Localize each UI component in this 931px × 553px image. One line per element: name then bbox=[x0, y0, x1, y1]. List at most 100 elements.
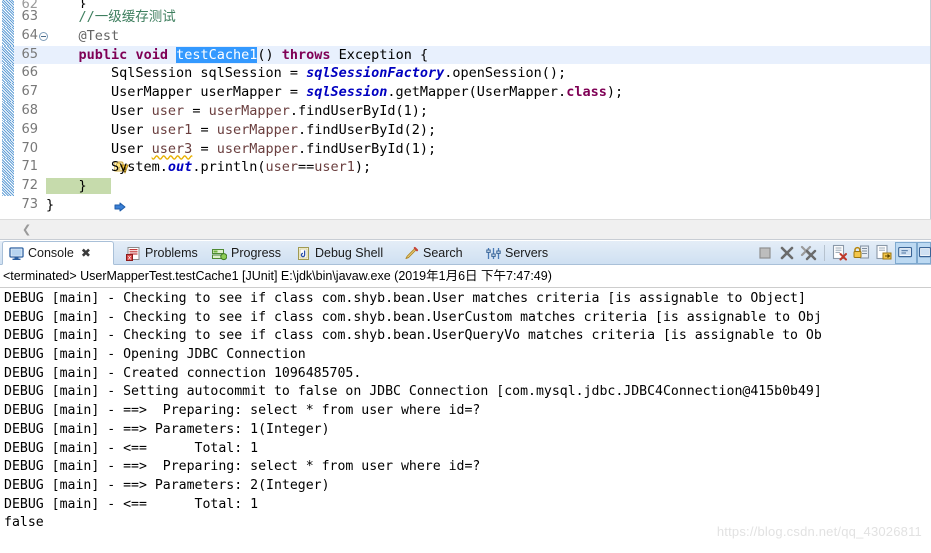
code-text: //一级缓存测试 bbox=[46, 9, 176, 25]
code-line-62[interactable]: 62 } bbox=[0, 0, 930, 8]
servers-icon bbox=[486, 246, 501, 261]
tab-label: Servers bbox=[505, 246, 549, 260]
log-line: DEBUG [main] - ==> Parameters: 2(Integer… bbox=[4, 477, 330, 493]
progress-icon bbox=[212, 246, 228, 261]
code-text: @Test bbox=[46, 27, 120, 44]
eclipse-window: 62 } 63 //一级缓存测试 64 @Test 65 public void… bbox=[0, 0, 931, 553]
line-number: 62 bbox=[21, 0, 38, 8]
tab-debug-shell[interactable]: Debug Shell bbox=[290, 241, 398, 265]
code-line-69[interactable]: 69 User user1 = userMapper.findUserById(… bbox=[0, 120, 930, 140]
java-editor[interactable]: 62 } 63 //一级缓存测试 64 @Test 65 public void… bbox=[0, 0, 931, 240]
tab-label: Console bbox=[28, 246, 74, 260]
code-line-72[interactable]: 72 } bbox=[0, 177, 930, 212]
line-gutter: 63 bbox=[0, 8, 46, 27]
tab-problems[interactable]: x Problems bbox=[120, 241, 204, 265]
log-line: DEBUG [main] - Checking to see if class … bbox=[4, 309, 822, 325]
console-toolbar bbox=[754, 241, 931, 265]
remove-all-terminated-button[interactable] bbox=[798, 242, 820, 264]
log-line: DEBUG [main] - ==> Preparing: select * f… bbox=[4, 459, 481, 475]
tab-label: Debug Shell bbox=[315, 246, 384, 260]
toolbar-separator bbox=[824, 245, 825, 261]
change-bar bbox=[2, 64, 14, 84]
code-line-71[interactable]: 71 System.out.println(user==user1); bbox=[0, 158, 930, 178]
pin-console-button[interactable] bbox=[873, 242, 895, 264]
line-gutter: 64 bbox=[0, 26, 48, 46]
code-line-63[interactable]: 63 //一级缓存测试 bbox=[0, 8, 930, 27]
change-bar bbox=[2, 101, 14, 121]
code-line-64[interactable]: 64 @Test bbox=[0, 26, 930, 46]
svg-text:x: x bbox=[128, 254, 132, 261]
change-bar bbox=[2, 83, 14, 102]
line-gutter: 62 bbox=[0, 0, 46, 8]
remove-launch-button[interactable] bbox=[776, 242, 798, 264]
line-gutter: 65 bbox=[0, 45, 46, 65]
search-icon bbox=[404, 246, 419, 261]
change-bar bbox=[2, 8, 14, 27]
code-text: User user1 = userMapper.findUserById(2); bbox=[46, 121, 437, 138]
line-number: 72 bbox=[21, 178, 38, 194]
editor-text-area[interactable]: 62 } 63 //一级缓存测试 64 @Test 65 public void… bbox=[0, 0, 930, 219]
console-output[interactable]: DEBUG [main] - Checking to see if class … bbox=[0, 288, 931, 553]
debug-shell-icon bbox=[296, 246, 311, 261]
log-line: DEBUG [main] - Checking to see if class … bbox=[4, 291, 806, 306]
scroll-lock-button[interactable] bbox=[851, 242, 873, 264]
log-line: DEBUG [main] - Checking to see if class … bbox=[4, 328, 822, 344]
tab-label: Progress bbox=[231, 246, 282, 260]
editor-horizontal-scrollbar[interactable]: ❮ bbox=[0, 219, 931, 239]
tab-servers[interactable]: Servers bbox=[480, 241, 566, 265]
line-number: 65 bbox=[21, 46, 38, 62]
line-gutter: 73 bbox=[0, 196, 46, 215]
change-bar bbox=[2, 26, 14, 46]
code-text: System.out.println(user==user1); bbox=[46, 159, 372, 176]
line-gutter: 72 bbox=[0, 177, 126, 212]
clear-console-button[interactable] bbox=[829, 242, 851, 264]
line-gutter: 70 bbox=[0, 139, 129, 174]
line-gutter: 69 bbox=[0, 120, 46, 140]
log-line: DEBUG [main] - <== Total: 1 bbox=[4, 440, 259, 456]
problems-icon: x bbox=[126, 246, 141, 261]
current-instruction-pointer-icon[interactable] bbox=[0, 181, 126, 212]
line-number: 67 bbox=[21, 84, 38, 100]
console-view: Console ✖ x Problems Progress Debug Shel… bbox=[0, 241, 931, 553]
log-line: DEBUG [main] - Opening JDBC Connection bbox=[4, 347, 306, 363]
open-console-button[interactable] bbox=[917, 242, 931, 264]
code-line-73[interactable]: 73 } bbox=[0, 196, 930, 215]
tab-progress[interactable]: Progress bbox=[206, 241, 288, 265]
code-line-70[interactable]: 70 User user3 = userMapper.findUserById(… bbox=[0, 139, 930, 174]
log-line: DEBUG [main] - ==> Preparing: select * f… bbox=[4, 403, 481, 419]
code-text: SqlSession sqlSession = sqlSessionFactor… bbox=[46, 65, 567, 82]
line-number: 71 bbox=[21, 159, 38, 175]
line-gutter: 66 bbox=[0, 64, 46, 84]
log-line: DEBUG [main] - Setting autocommit to fal… bbox=[4, 384, 822, 400]
display-selected-console-button[interactable] bbox=[895, 242, 917, 264]
process-description: <terminated> UserMapperTest.testCache1 [… bbox=[0, 265, 931, 288]
code-text: } bbox=[46, 178, 112, 195]
view-tab-bar: Console ✖ x Problems Progress Debug Shel… bbox=[0, 241, 931, 265]
change-bar bbox=[2, 158, 14, 178]
code-text: } bbox=[46, 0, 87, 8]
change-bar bbox=[2, 45, 14, 65]
line-number: 64 bbox=[21, 27, 38, 43]
code-line-67[interactable]: 67 UserMapper userMapper = sqlSession.ge… bbox=[0, 83, 930, 102]
scroll-left-icon[interactable]: ❮ bbox=[22, 224, 31, 235]
close-icon[interactable]: ✖ bbox=[81, 246, 91, 260]
tab-console[interactable]: Console ✖ bbox=[2, 241, 114, 265]
watermark: https://blog.csdn.net/qq_43026811 bbox=[716, 524, 922, 539]
code-text: } bbox=[46, 196, 55, 213]
change-bar bbox=[2, 120, 14, 140]
terminate-button[interactable] bbox=[754, 242, 776, 264]
code-line-65[interactable]: 65 public void testCache1() throws Excep… bbox=[0, 45, 930, 65]
line-number: 68 bbox=[21, 102, 38, 118]
code-line-66[interactable]: 66 SqlSession sqlSession = sqlSessionFac… bbox=[0, 64, 930, 84]
code-text: UserMapper userMapper = sqlSession.getMa… bbox=[46, 84, 624, 101]
code-rows: 62 } 63 //一级缓存测试 64 @Test 65 public void… bbox=[0, 0, 930, 215]
line-number: 70 bbox=[21, 140, 38, 156]
line-gutter: 71 bbox=[0, 158, 46, 178]
console-icon bbox=[9, 246, 24, 261]
selected-token[interactable]: testCache1 bbox=[176, 46, 258, 63]
line-number: 63 bbox=[21, 9, 38, 24]
line-number: 69 bbox=[21, 121, 38, 137]
tab-search[interactable]: Search bbox=[398, 241, 480, 265]
code-line-68[interactable]: 68 User user = userMapper.findUserById(1… bbox=[0, 101, 930, 121]
line-number: 66 bbox=[21, 65, 38, 81]
